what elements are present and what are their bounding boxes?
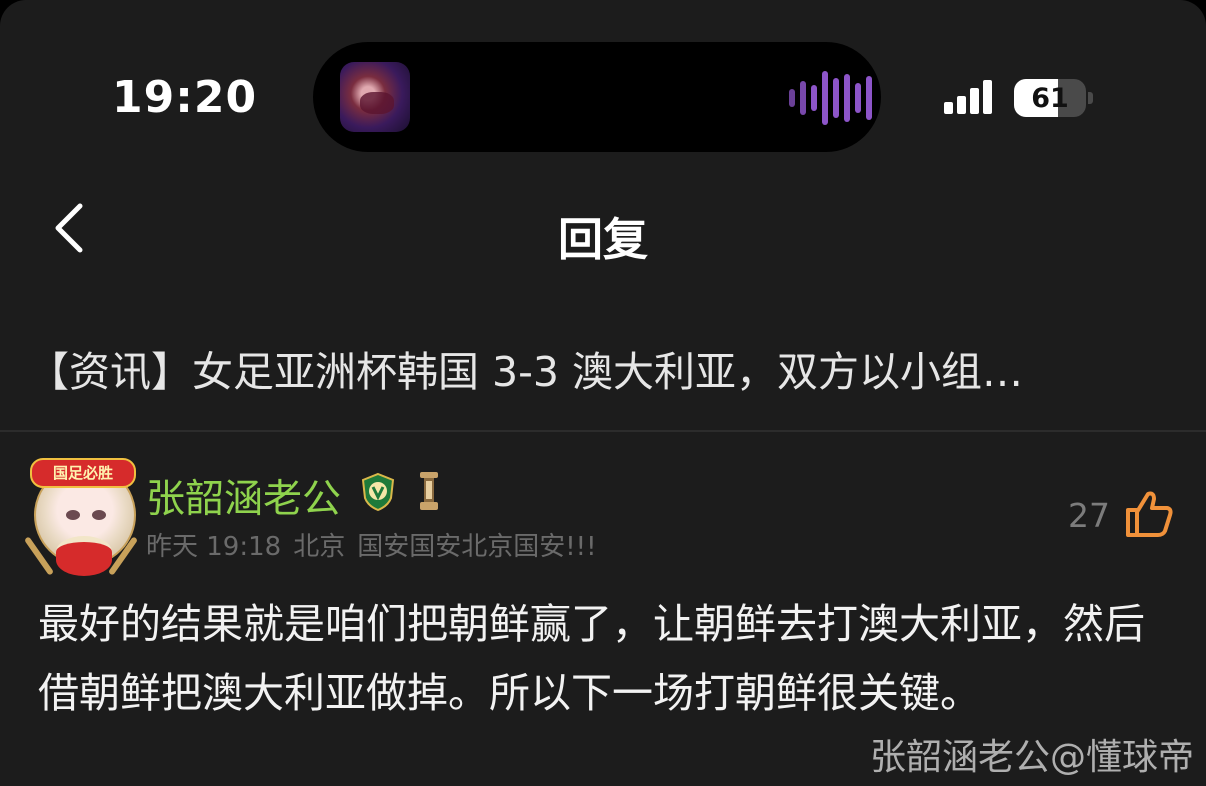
user-signature: 国安国安北京国安!!! [357,532,597,562]
cellular-signal-icon [944,80,992,114]
battery-cap [1088,92,1093,104]
comment-username[interactable]: 张韶涵老公 [146,468,341,524]
like-count: 27 [1068,496,1110,535]
comment-meta: 昨天 19:18 北京 国安国安北京国安!!! [146,526,609,563]
battery-indicator: 61 [1014,79,1086,117]
reply-screen: 19:20 61 回复 【资讯】女足亚洲杯韩国 3-3 澳大利亚，双方以小组… [0,0,1206,786]
thumbs-up-icon[interactable] [1124,490,1174,538]
avatar-frame-banner: 国足必胜 [30,458,136,488]
battery-percent: 61 [1031,82,1069,114]
user-avatar[interactable]: 国足必胜 [23,456,139,576]
dynamic-island[interactable] [313,42,881,152]
section-divider [0,430,1206,432]
news-headline-link[interactable]: 【资讯】女足亚洲杯韩国 3-3 澳大利亚，双方以小组… [28,338,1178,398]
status-time: 19:20 [112,72,258,123]
watermark: 张韶涵老公@懂球帝 [869,737,1194,778]
audio-waveform-icon [789,70,872,126]
page-title: 回复 [557,213,648,266]
comment-text: 最好的结果就是咱们把朝鲜赢了，让朝鲜去打澳大利亚，然后借朝鲜把澳大利亚做掉。所以… [38,600,1145,717]
comment-time: 昨天 19:18 [146,532,282,562]
drum-icon [56,536,112,576]
level-badge-icon[interactable] [418,470,440,512]
now-playing-artwork[interactable] [340,62,410,132]
guoan-club-badge-icon[interactable] [360,472,396,512]
comment-location: 北京 [293,532,346,562]
